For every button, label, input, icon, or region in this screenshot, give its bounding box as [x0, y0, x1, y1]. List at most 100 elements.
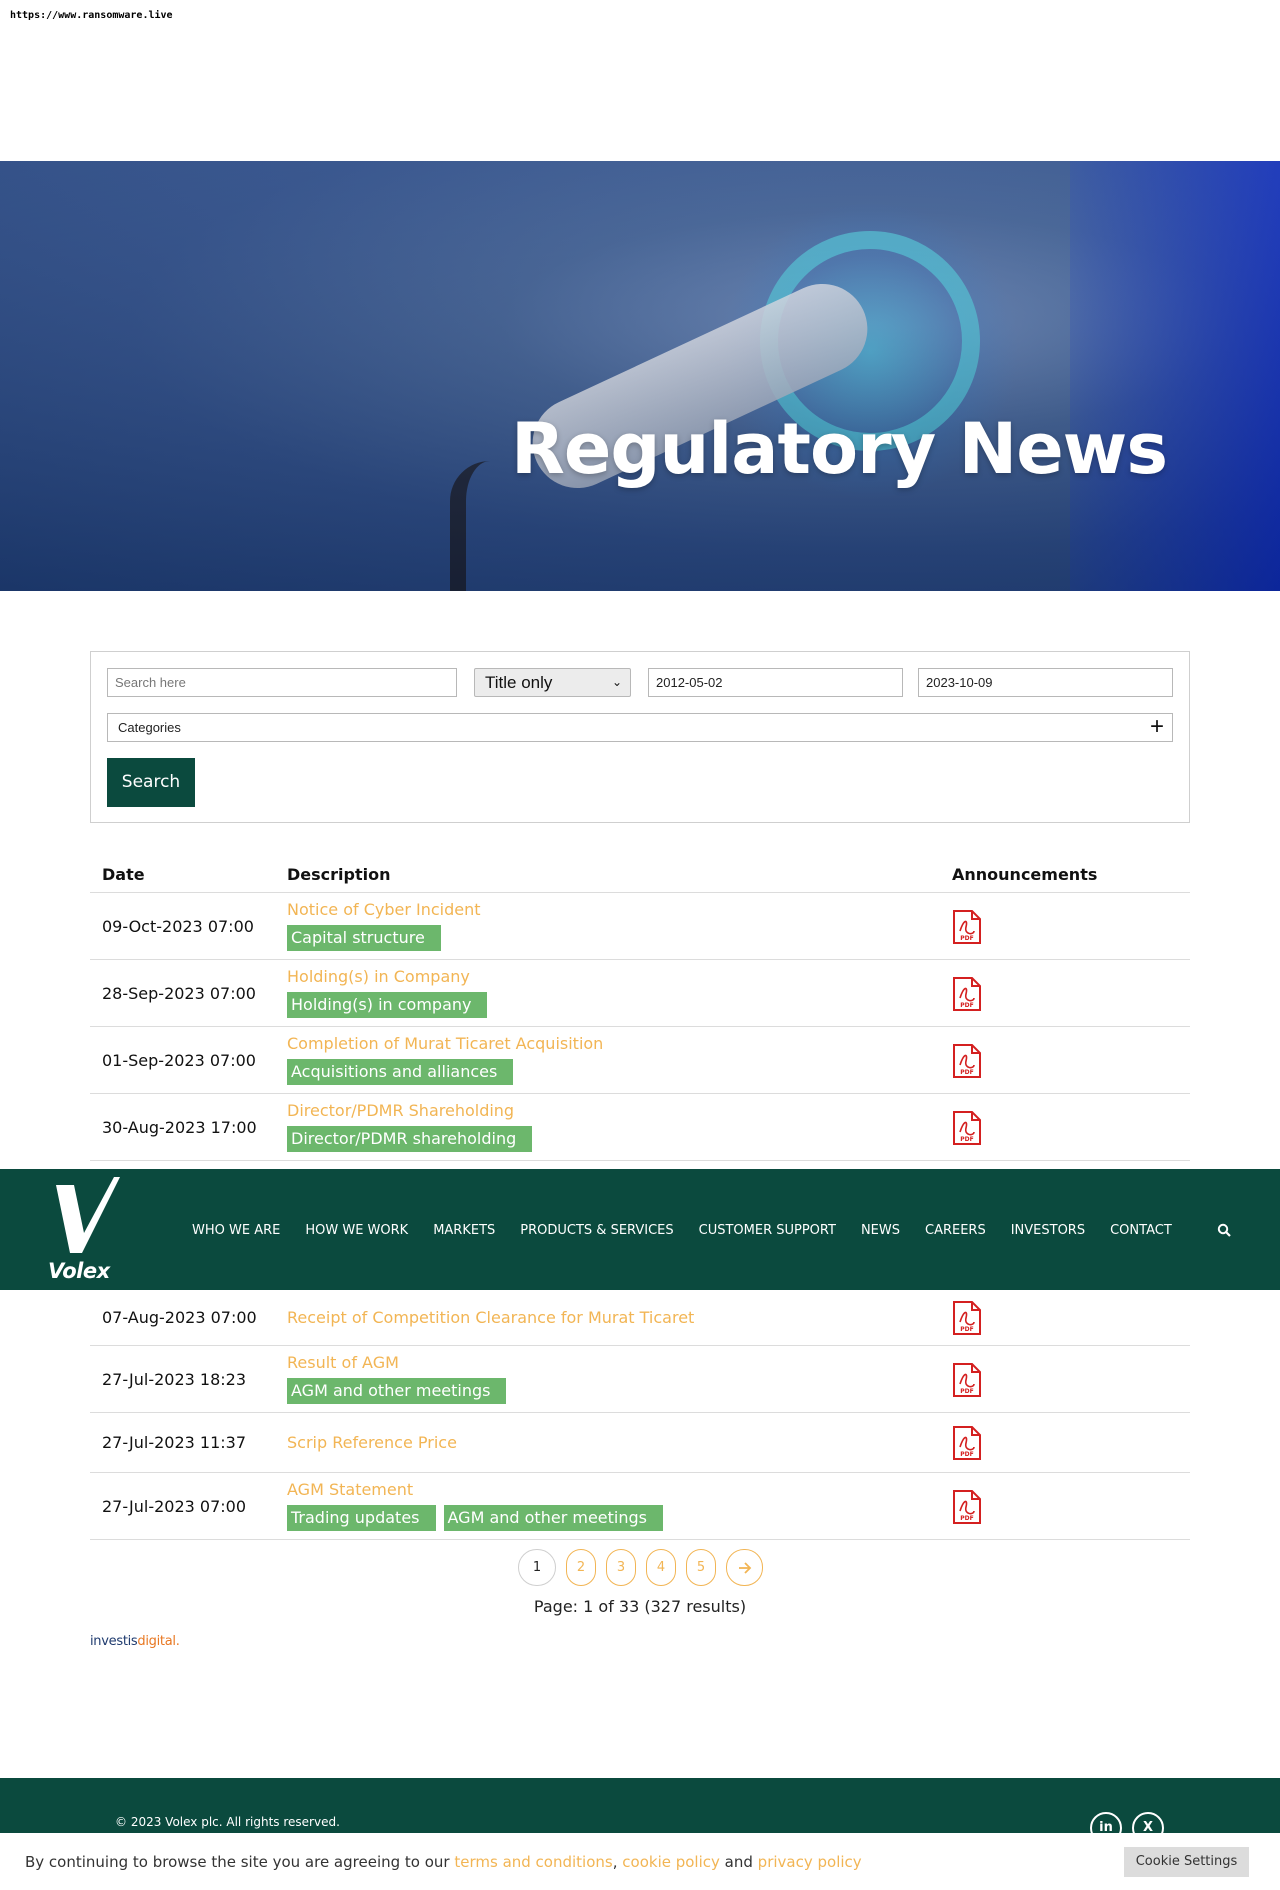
nav-item[interactable]: PRODUCTS & SERVICES [520, 1223, 673, 1238]
date-to-field[interactable]: 2023-10-09 [918, 668, 1173, 697]
pdf-icon[interactable]: PDF [952, 1300, 982, 1336]
volex-logo[interactable]: Volex [48, 1175, 130, 1285]
categories-toggle[interactable]: Categories + [107, 713, 1173, 742]
investis-logo-part1: investis [90, 1634, 138, 1649]
row-date: 30-Aug-2023 17:00 [102, 1118, 257, 1137]
row-tags: Trading updates AGM and other meetings [287, 1505, 663, 1531]
search-scope-value: Title only [485, 673, 553, 692]
cookie-sep: , [612, 1853, 623, 1871]
row-tags: Holding(s) in company [287, 992, 488, 1018]
category-tag: Director/PDMR shareholding [287, 1126, 533, 1152]
source-url: https://www.ransomware.live [10, 10, 173, 21]
row-title-link[interactable]: Receipt of Competition Clearance for Mur… [287, 1308, 694, 1327]
table-row: 30-Aug-2023 17:00 Director/PDMR Sharehold… [90, 1094, 1190, 1161]
header-announcements: Announcements [952, 865, 1098, 884]
volex-v-icon [56, 1177, 120, 1253]
nav-item[interactable]: NEWS [861, 1223, 900, 1238]
hero-banner: Regulatory News [0, 161, 1280, 591]
nav-item[interactable]: CONTACT [1110, 1223, 1172, 1238]
row-date: 28-Sep-2023 07:00 [102, 984, 256, 1003]
search-input[interactable]: Search here [107, 668, 457, 697]
pdf-icon[interactable]: PDF [952, 976, 982, 1012]
svg-text:PDF: PDF [960, 1002, 973, 1009]
terms-link[interactable]: terms and conditions [454, 1853, 612, 1871]
cookie-sep: and [719, 1853, 758, 1871]
search-scope-select[interactable]: Title only ⌄ [474, 668, 631, 697]
svg-text:PDF: PDF [960, 1515, 973, 1522]
cookie-text-intro: By continuing to browse the site you are… [25, 1853, 455, 1871]
nav-item[interactable]: CUSTOMER SUPPORT [699, 1223, 836, 1238]
date-from-field[interactable]: 2012-05-02 [648, 668, 903, 697]
page-link[interactable]: 5 [686, 1549, 716, 1586]
table-row: 27-Jul-2023 11:37 Scrip Reference Price PD… [90, 1413, 1190, 1473]
pagination: 1 2 3 4 5 [518, 1549, 763, 1586]
main-navigation: Volex WHO WE ARE HOW WE WORK MARKETS PRODUC… [0, 1169, 1280, 1290]
svg-text:PDF: PDF [960, 1326, 973, 1333]
pdf-icon[interactable]: PDF [952, 1425, 982, 1461]
hero-overlay [0, 161, 1280, 591]
svg-text:PDF: PDF [960, 1388, 973, 1395]
cookie-banner: By continuing to browse the site you are… [0, 1833, 1280, 1890]
page-link[interactable]: 4 [646, 1549, 676, 1586]
table-row: 27-Jul-2023 18:23 Result of AGM AGM and ot… [90, 1346, 1190, 1413]
row-tags: Acquisitions and alliances [287, 1059, 514, 1085]
pdf-icon[interactable]: PDF [952, 1110, 982, 1146]
row-title-link[interactable]: Scrip Reference Price [287, 1433, 457, 1452]
header-description: Description [287, 865, 391, 884]
nav-menu: WHO WE ARE HOW WE WORK MARKETS PRODUCTS & S… [192, 1223, 1197, 1238]
row-title-link[interactable]: Result of AGM [287, 1353, 399, 1372]
cookie-policy-link[interactable]: cookie policy [622, 1853, 720, 1871]
categories-label: Categories [118, 720, 181, 735]
row-tags: Director/PDMR shareholding [287, 1126, 533, 1152]
nav-item[interactable]: HOW WE WORK [305, 1223, 408, 1238]
search-button[interactable]: Search [107, 758, 195, 807]
next-page-button[interactable] [726, 1549, 763, 1586]
svg-text:PDF: PDF [960, 935, 973, 942]
page-link[interactable]: 3 [606, 1549, 636, 1586]
chevron-down-icon: ⌄ [611, 675, 622, 689]
row-title-link[interactable]: Director/PDMR Shareholding [287, 1101, 514, 1120]
pdf-icon[interactable]: PDF [952, 1362, 982, 1398]
page-title: Regulatory News [510, 408, 1168, 490]
category-tag: AGM and other meetings [443, 1505, 663, 1531]
pdf-icon[interactable]: PDF [952, 1489, 982, 1525]
row-date: 27-Jul-2023 18:23 [102, 1370, 247, 1389]
category-tag: Trading updates [287, 1505, 436, 1531]
search-icon[interactable] [1217, 1223, 1231, 1237]
table-row: 27-Jul-2023 07:00 AGM Statement Trading up… [90, 1473, 1190, 1540]
category-tag: Holding(s) in company [287, 992, 488, 1018]
row-date: 07-Aug-2023 07:00 [102, 1308, 257, 1327]
table-header: Date Description Announcements [90, 855, 1190, 893]
table-row: 28-Sep-2023 07:00 Holding(s) in Company Ho… [90, 960, 1190, 1027]
row-title-link[interactable]: AGM Statement [287, 1480, 413, 1499]
row-title-link[interactable]: Holding(s) in Company [287, 967, 470, 986]
cookie-settings-button[interactable]: Cookie Settings [1124, 1847, 1249, 1877]
page-current[interactable]: 1 [518, 1549, 556, 1586]
category-tag: Acquisitions and alliances [287, 1059, 514, 1085]
svg-text:PDF: PDF [960, 1451, 973, 1458]
investis-logo-part2: digital. [137, 1634, 180, 1649]
copyright-text: © 2023 Volex plc. All rights reserved. [115, 1815, 340, 1829]
row-tags: Capital structure [287, 925, 441, 951]
nav-item[interactable]: CAREERS [925, 1223, 986, 1238]
row-date: 27-Jul-2023 11:37 [102, 1433, 247, 1452]
pdf-icon[interactable]: PDF [952, 1043, 982, 1079]
category-tag: AGM and other meetings [287, 1378, 507, 1404]
page-link[interactable]: 2 [566, 1549, 596, 1586]
investis-digital-logo[interactable]: investisdigital. [90, 1634, 180, 1649]
row-tags: AGM and other meetings [287, 1378, 507, 1404]
search-panel: Search here Title only ⌄ 2012-05-02 2023… [90, 651, 1190, 823]
row-date: 27-Jul-2023 07:00 [102, 1497, 247, 1516]
table-row: 09-Oct-2023 07:00 Notice of Cyber Inciden… [90, 893, 1190, 960]
row-title-link[interactable]: Notice of Cyber Incident [287, 900, 481, 919]
pagination-info: Page: 1 of 33 (327 results) [533, 1597, 747, 1616]
logo-wordmark: Volex [48, 1259, 110, 1283]
privacy-policy-link[interactable]: privacy policy [758, 1853, 862, 1871]
nav-item[interactable]: WHO WE ARE [192, 1223, 280, 1238]
nav-item[interactable]: MARKETS [433, 1223, 495, 1238]
header-date: Date [102, 865, 145, 884]
row-title-link[interactable]: Completion of Murat Ticaret Acquisition [287, 1034, 603, 1053]
nav-item[interactable]: INVESTORS [1011, 1223, 1085, 1238]
category-tag: Capital structure [287, 925, 441, 951]
pdf-icon[interactable]: PDF [952, 909, 982, 945]
